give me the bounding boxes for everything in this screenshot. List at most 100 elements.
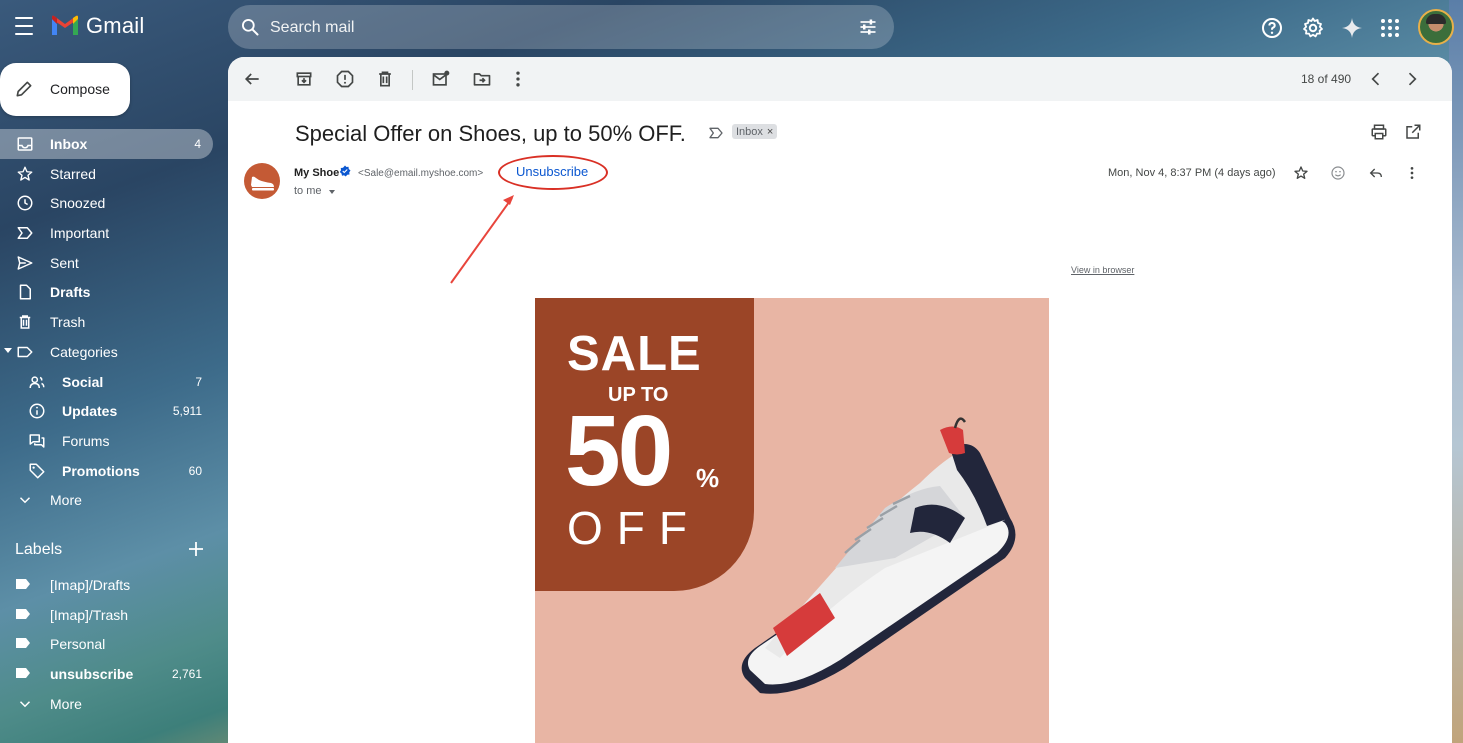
compose-label: Compose: [50, 81, 110, 97]
people-icon: [29, 375, 45, 388]
unread-count: 2,761: [171, 667, 202, 682]
help-icon[interactable]: [1260, 16, 1284, 40]
sidebar-item-label: Forums: [62, 432, 110, 449]
chevron-left-icon[interactable]: [1366, 69, 1386, 89]
emoji-reaction-icon[interactable]: [1330, 165, 1346, 181]
clock-icon: [17, 195, 33, 211]
toolbar-divider: [412, 70, 413, 90]
important-marker-icon[interactable]: [708, 125, 724, 141]
sidebar-item-more[interactable]: More: [0, 485, 228, 515]
sidebar-item-categories[interactable]: Categories: [0, 337, 228, 367]
label-tag-icon: [16, 608, 30, 619]
star-icon[interactable]: [1293, 165, 1309, 181]
unread-count: 60: [188, 463, 202, 478]
gmail-logo[interactable]: Gmail: [50, 13, 144, 39]
mark-unread-icon[interactable]: [431, 69, 451, 89]
sidebar-item-label: Drafts: [50, 284, 91, 301]
inbox-label-chip[interactable]: Inbox ×: [732, 124, 778, 139]
label-item-more[interactable]: More: [0, 689, 228, 719]
search-icon[interactable]: [240, 17, 260, 37]
sidebar-item-label: Snoozed: [50, 195, 106, 212]
sidebar-item-drafts[interactable]: Drafts: [0, 277, 228, 307]
info-icon: [29, 403, 45, 419]
sneaker-image: [741, 417, 1016, 694]
sidebar-item-promotions[interactable]: Promotions 60: [0, 456, 228, 486]
app-name: Gmail: [86, 13, 145, 38]
chevron-right-icon[interactable]: [1402, 69, 1422, 89]
add-label-icon[interactable]: [188, 541, 204, 557]
label-item[interactable]: Personal: [0, 629, 228, 659]
sender-avatar[interactable]: [244, 163, 280, 199]
banner-off-text: OFF: [567, 502, 701, 554]
shoe-logo-icon: [251, 176, 274, 191]
inbox-icon: [17, 137, 33, 151]
label-icon: [17, 346, 33, 358]
top-bar: Gmail: [0, 0, 1463, 56]
sidebar-item-label: Sent: [50, 254, 79, 271]
sidebar-item-social[interactable]: Social 7: [0, 367, 228, 397]
label-tag-icon: [16, 668, 30, 679]
label-item-label: unsubscribe: [50, 666, 134, 683]
account-avatar[interactable]: [1418, 9, 1454, 45]
sidebar-item-inbox[interactable]: Inbox 4: [0, 129, 213, 159]
sidebar-item-label: Trash: [50, 314, 86, 331]
archive-icon[interactable]: [294, 69, 314, 89]
delete-icon[interactable]: [375, 69, 395, 89]
search-input[interactable]: [268, 5, 832, 51]
main-menu-icon[interactable]: [12, 14, 36, 38]
move-to-icon[interactable]: [472, 69, 492, 89]
sidebar-item-updates[interactable]: Updates 5,911: [0, 396, 228, 426]
label-item[interactable]: [Imap]/Drafts: [0, 570, 228, 600]
send-icon: [17, 256, 33, 270]
view-in-browser-link[interactable]: View in browser: [1071, 265, 1134, 275]
remove-label-icon[interactable]: ×: [767, 126, 773, 138]
recipients-summary[interactable]: to me: [294, 185, 322, 197]
settings-gear-icon[interactable]: [1301, 16, 1325, 40]
search-options-icon[interactable]: [858, 17, 878, 37]
important-icon: [17, 227, 33, 240]
sidebar-item-trash[interactable]: Trash: [0, 307, 228, 337]
labels-list: [Imap]/Drafts [Imap]/Trash Personal unsu…: [0, 570, 228, 718]
label-item-unsubscribe[interactable]: unsubscribe 2,761: [0, 659, 228, 689]
email-view: 18 of 490 Special Offer on Shoes, up to …: [228, 57, 1452, 743]
report-spam-icon[interactable]: [335, 69, 355, 89]
reply-icon[interactable]: [1368, 165, 1384, 181]
recipient-details-caret-icon[interactable]: [329, 190, 335, 194]
more-vertical-icon[interactable]: [508, 69, 528, 89]
annotation-arrow: [450, 195, 514, 284]
print-icon[interactable]: [1370, 123, 1388, 141]
sender-email: <Sale@email.myshoe.com>: [358, 168, 484, 179]
sidebar-item-starred[interactable]: Starred: [0, 159, 228, 189]
annotation-circle: [498, 155, 608, 190]
apps-grid-icon[interactable]: [1378, 16, 1402, 40]
pagination-count: 18 of 490: [1301, 72, 1352, 86]
gmail-m-icon: [52, 15, 78, 35]
gemini-sparkle-icon[interactable]: [1340, 16, 1364, 40]
sidebar-item-important[interactable]: Important: [0, 218, 228, 248]
sidebar-item-forums[interactable]: Forums: [0, 426, 228, 456]
more-vertical-icon[interactable]: [1404, 165, 1420, 181]
star-icon: [17, 166, 33, 181]
sidebar-item-snoozed[interactable]: Snoozed: [0, 188, 228, 218]
label-item-label: Personal: [50, 636, 106, 653]
collapse-caret-icon[interactable]: [4, 347, 12, 353]
sidebar-item-sent[interactable]: Sent: [0, 248, 228, 278]
search-bar[interactable]: [228, 5, 894, 51]
label-item[interactable]: [Imap]/Trash: [0, 600, 228, 630]
banner-percent-value: 50: [565, 395, 673, 507]
sidebar-item-label: Updates: [62, 403, 118, 420]
open-new-window-icon[interactable]: [1404, 123, 1422, 141]
labels-heading: Labels: [15, 541, 63, 558]
compose-button[interactable]: Compose: [0, 63, 130, 116]
unread-count: 4: [194, 137, 201, 151]
sidebar-item-label: Important: [50, 225, 110, 242]
chevron-down-icon: [19, 700, 31, 708]
sidebar-item-label: Promotions: [62, 462, 140, 479]
promo-banner[interactable]: SALE UP TO 50 % OFF: [535, 298, 1049, 743]
back-arrow-icon[interactable]: [242, 69, 262, 89]
draft-icon: [19, 284, 31, 300]
label-chip-text: Inbox: [736, 125, 763, 138]
email-subject: Special Offer on Shoes, up to 50% OFF.: [295, 121, 686, 146]
sidebar-item-label: Starred: [50, 165, 96, 182]
forum-icon: [29, 434, 45, 448]
